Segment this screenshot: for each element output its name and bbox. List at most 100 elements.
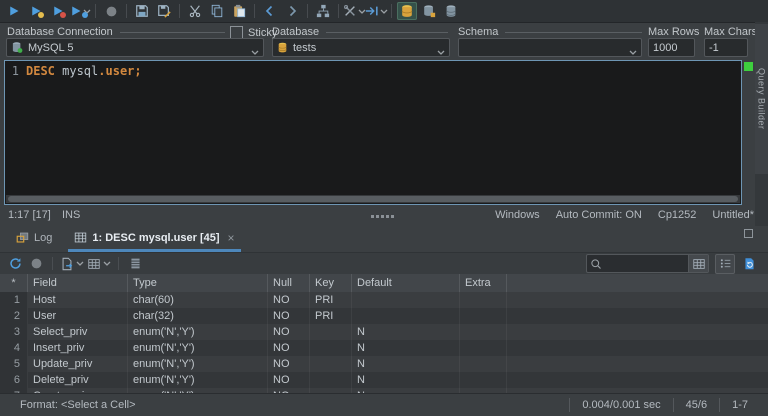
splitter-handle[interactable] [371, 215, 394, 218]
run-current-button[interactable] [48, 2, 68, 20]
column-header[interactable]: Field [28, 274, 128, 292]
reload-result-button[interactable] [6, 255, 24, 273]
run-selected-button[interactable] [26, 2, 46, 20]
back-button[interactable] [260, 2, 280, 20]
schema-select[interactable] [458, 38, 642, 57]
column-header[interactable] [507, 274, 768, 292]
column-header[interactable]: Extra [460, 274, 507, 292]
data-manager-button[interactable] [441, 2, 461, 20]
cut-button[interactable] [185, 2, 205, 20]
table-row[interactable]: 6Delete_privenum('N','Y')NO N [0, 372, 768, 388]
cell[interactable] [507, 308, 768, 324]
cell[interactable] [460, 292, 507, 308]
cell[interactable]: Insert_priv [28, 340, 128, 356]
cell[interactable]: 6 [0, 372, 28, 388]
cell[interactable] [507, 292, 768, 308]
cell[interactable]: 1 [0, 292, 28, 308]
save-as-button[interactable] [154, 2, 174, 20]
cell[interactable] [460, 324, 507, 340]
cell[interactable]: NO [268, 292, 310, 308]
cell[interactable]: char(32) [128, 308, 268, 324]
stop-button[interactable] [101, 2, 121, 20]
chevron-down-icon[interactable] [103, 261, 111, 266]
cell[interactable]: NO [268, 372, 310, 388]
database-select[interactable]: tests [272, 38, 450, 57]
max-rows-input[interactable] [648, 38, 695, 57]
sql-editor[interactable]: 1 DESC mysql.user; [4, 60, 742, 205]
column-header[interactable]: * [0, 274, 28, 292]
column-header[interactable]: Default [352, 274, 460, 292]
cell[interactable] [507, 324, 768, 340]
schema-browser-button[interactable] [397, 2, 417, 20]
cell[interactable]: N [352, 372, 460, 388]
forward-button[interactable] [282, 2, 302, 20]
side-panel-tab[interactable]: Query Builder [755, 24, 768, 174]
editor-hscrollbar[interactable] [6, 195, 740, 203]
cell[interactable] [310, 340, 352, 356]
cell[interactable]: Host [28, 292, 128, 308]
tools-button[interactable] [344, 2, 364, 20]
chevron-down-icon[interactable] [380, 9, 388, 14]
table-row[interactable]: 2Userchar(32)NOPRI [0, 308, 768, 324]
cell[interactable]: PRI [310, 292, 352, 308]
cell[interactable] [460, 340, 507, 356]
cell[interactable]: NO [268, 308, 310, 324]
connections-button[interactable] [313, 2, 333, 20]
cell[interactable]: NO [268, 356, 310, 372]
save-button[interactable] [132, 2, 152, 20]
export-data-button[interactable] [60, 255, 84, 273]
grid-view-button[interactable] [87, 255, 111, 273]
search-input[interactable] [602, 257, 688, 271]
cell[interactable]: 4 [0, 340, 28, 356]
cell[interactable]: User [28, 308, 128, 324]
cell[interactable] [352, 308, 460, 324]
chevron-down-icon[interactable] [76, 261, 84, 266]
cell[interactable] [460, 372, 507, 388]
column-header[interactable]: Null [268, 274, 310, 292]
result-set-button[interactable] [126, 255, 144, 273]
cell[interactable]: NO [268, 340, 310, 356]
grid-filter-toggle[interactable] [688, 255, 708, 272]
table-row[interactable]: 1Hostchar(60)NOPRI [0, 292, 768, 308]
scrollbar-thumb[interactable] [8, 196, 738, 202]
cell[interactable]: enum('N','Y') [128, 356, 268, 372]
refresh-data-button[interactable] [740, 255, 758, 273]
copy-button[interactable] [207, 2, 227, 20]
cell[interactable] [460, 308, 507, 324]
cell[interactable]: char(60) [128, 292, 268, 308]
cell[interactable]: N [352, 340, 460, 356]
paste-button[interactable] [229, 2, 249, 20]
run-button[interactable] [4, 2, 24, 20]
close-icon[interactable]: × [228, 231, 235, 245]
table-row[interactable]: 4Insert_privenum('N','Y')NO N [0, 340, 768, 356]
cell[interactable]: PRI [310, 308, 352, 324]
cell[interactable] [310, 356, 352, 372]
column-header[interactable]: Key [310, 274, 352, 292]
cell[interactable]: enum('N','Y') [128, 340, 268, 356]
database-explorer-button[interactable] [419, 2, 439, 20]
max-chars-input[interactable] [704, 38, 748, 57]
cell[interactable]: Update_priv [28, 356, 128, 372]
cell[interactable]: NO [268, 324, 310, 340]
cell[interactable]: enum('N','Y') [128, 372, 268, 388]
form-view-button[interactable] [715, 254, 735, 274]
cell[interactable]: N [352, 356, 460, 372]
cell[interactable] [507, 372, 768, 388]
stop-loading-button[interactable] [27, 255, 45, 273]
cell[interactable]: N [352, 324, 460, 340]
tab-log[interactable]: Log [10, 226, 58, 252]
cell[interactable]: 2 [0, 308, 28, 324]
cell[interactable]: Select_priv [28, 324, 128, 340]
cell[interactable]: 5 [0, 356, 28, 372]
cell[interactable] [310, 372, 352, 388]
cell[interactable]: Delete_priv [28, 372, 128, 388]
connection-select[interactable]: MySQL 5 [6, 38, 264, 57]
cell[interactable]: 3 [0, 324, 28, 340]
cell[interactable] [507, 356, 768, 372]
cell[interactable] [352, 292, 460, 308]
cell[interactable] [310, 324, 352, 340]
table-row[interactable]: 3Select_privenum('N','Y')NO N [0, 324, 768, 340]
tab-result-1[interactable]: 1: DESC mysql.user [45]× [68, 226, 240, 252]
transaction-button[interactable] [366, 2, 386, 20]
cell[interactable]: enum('N','Y') [128, 324, 268, 340]
